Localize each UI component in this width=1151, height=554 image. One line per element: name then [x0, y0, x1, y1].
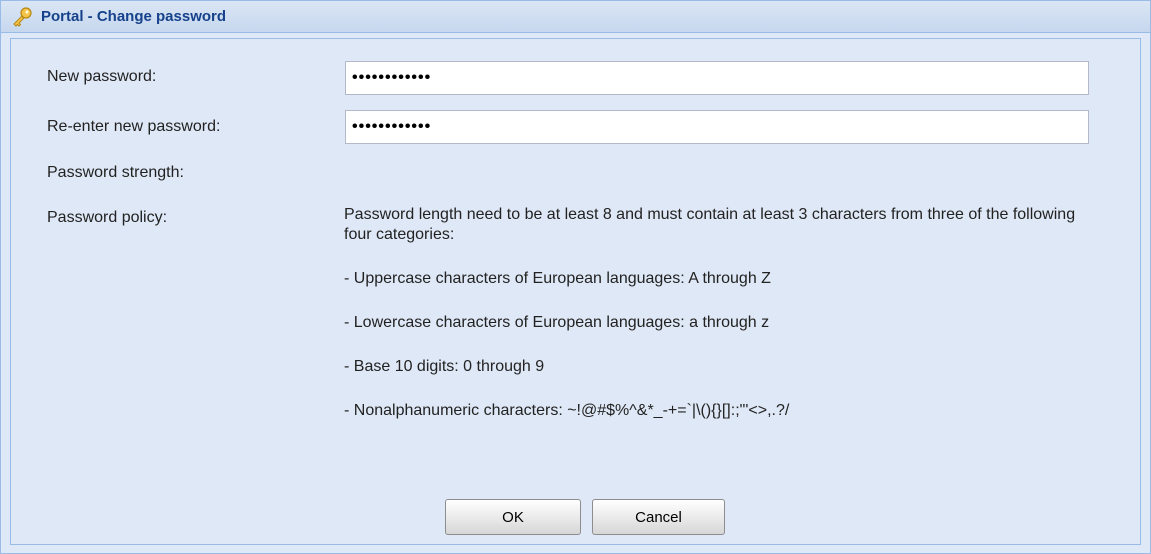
reenter-password-field[interactable]: •••••••••••• [345, 110, 1089, 144]
policy-line: Password length need to be at least 8 an… [344, 206, 1076, 243]
window-titlebar[interactable]: Portal - Change password [1, 1, 1150, 33]
policy-line: - Lowercase characters of European langu… [344, 314, 770, 331]
policy-line: - Base 10 digits: 0 through 9 [344, 358, 545, 375]
reenter-password-value: •••••••••••• [352, 118, 432, 135]
policy-line: - Uppercase characters of European langu… [344, 270, 771, 287]
policy-line: - Nonalphanumeric characters: ~!@#$%^&*_… [344, 402, 790, 419]
cancel-button[interactable]: Cancel [592, 499, 725, 535]
password-policy-label: Password policy: [47, 209, 168, 226]
reenter-password-label: Re-enter new password: [47, 118, 221, 135]
password-strength-label: Password strength: [47, 164, 184, 181]
new-password-value: •••••••••••• [352, 69, 432, 86]
new-password-field[interactable]: •••••••••••• [345, 61, 1089, 95]
key-icon [11, 6, 33, 28]
change-password-window: Portal - Change password New password: •… [0, 0, 1151, 554]
form-panel: New password: •••••••••••• Re-enter new … [10, 38, 1141, 545]
password-policy-text: Password length need to be at least 8 an… [344, 205, 1104, 421]
new-password-label: New password: [47, 68, 157, 85]
ok-button[interactable]: OK [445, 499, 581, 535]
window-title: Portal - Change password [41, 8, 227, 25]
